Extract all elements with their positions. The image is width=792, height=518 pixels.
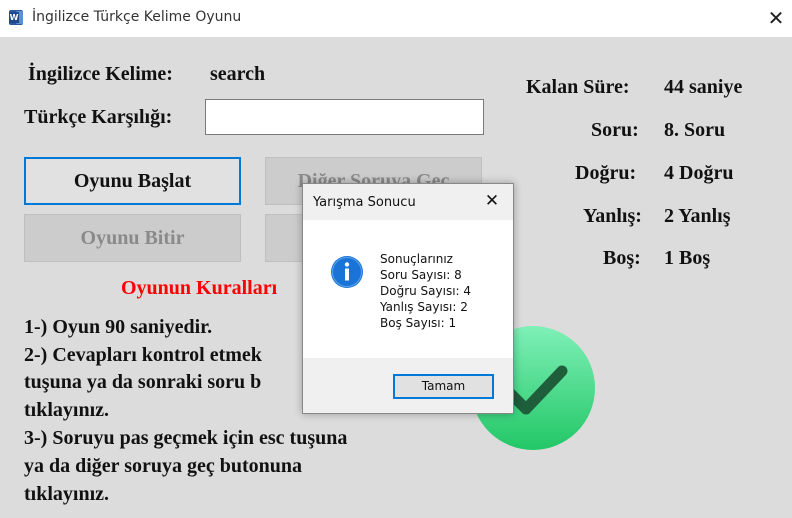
- time-value: 44 saniye: [664, 76, 743, 98]
- rule-line: 3-) Soruyu pas geçmek için esc tuşuna: [24, 427, 348, 449]
- dialog-title: Yarışma Sonucu: [313, 195, 416, 210]
- end-game-button[interactable]: Oyunu Bitir: [24, 214, 241, 262]
- rules-title: Oyunun Kuralları: [121, 277, 278, 299]
- question-label: Soru:: [591, 119, 639, 141]
- rule-line: tıklayınız.: [24, 399, 110, 421]
- question-value: 8. Soru: [664, 119, 726, 141]
- rule-line: 2-) Cevapları kontrol etmek: [24, 344, 262, 366]
- wrong-value: 2 Yanlış: [664, 205, 731, 227]
- title-bar: W İngilizce Türkçe Kelime Oyunu ✕: [0, 0, 792, 37]
- dialog-body: Sonuçlarınız Soru Sayısı: 8 Doğru Sayısı…: [303, 220, 513, 358]
- correct-label: Doğru:: [575, 162, 637, 184]
- dialog-line: Boş Sayısı: 1: [380, 316, 457, 330]
- rule-line: tuşuna ya da sonraki soru b: [24, 371, 262, 393]
- window-title: İngilizce Türkçe Kelime Oyunu: [32, 9, 242, 25]
- dialog-line: Yanlış Sayısı: 2: [380, 300, 468, 314]
- rule-line: 1-) Oyun 90 saniyedir.: [24, 316, 213, 338]
- dialog-line: Soru Sayısı: 8: [380, 268, 462, 282]
- dialog-line: Sonuçlarınız: [380, 252, 453, 266]
- info-icon: [331, 256, 363, 288]
- empty-label: Boş:: [603, 247, 641, 269]
- correct-value: 4 Doğru: [664, 162, 734, 184]
- answer-input[interactable]: [205, 99, 484, 135]
- empty-value: 1 Boş: [664, 247, 711, 269]
- answer-label: Türkçe Karşılığı:: [24, 106, 173, 128]
- word-icon: W: [9, 10, 23, 25]
- wrong-label: Yanlış:: [583, 205, 642, 227]
- word-value: search: [210, 63, 266, 85]
- dialog-line: Doğru Sayısı: 4: [380, 284, 472, 298]
- ok-button[interactable]: Tamam: [393, 374, 494, 399]
- dialog-close-icon[interactable]: ✕: [481, 190, 503, 212]
- start-game-button[interactable]: Oyunu Başlat: [24, 157, 241, 205]
- close-icon[interactable]: ✕: [764, 6, 788, 30]
- time-label: Kalan Süre:: [526, 76, 630, 98]
- word-label: İngilizce Kelime:: [28, 63, 173, 85]
- rule-line: tıklayınız.: [24, 483, 110, 505]
- result-dialog: Yarışma Sonucu ✕ Sonuçlarınız Soru Sayıs…: [302, 183, 514, 414]
- rule-line: ya da diğer soruya geç butonuna: [24, 455, 303, 477]
